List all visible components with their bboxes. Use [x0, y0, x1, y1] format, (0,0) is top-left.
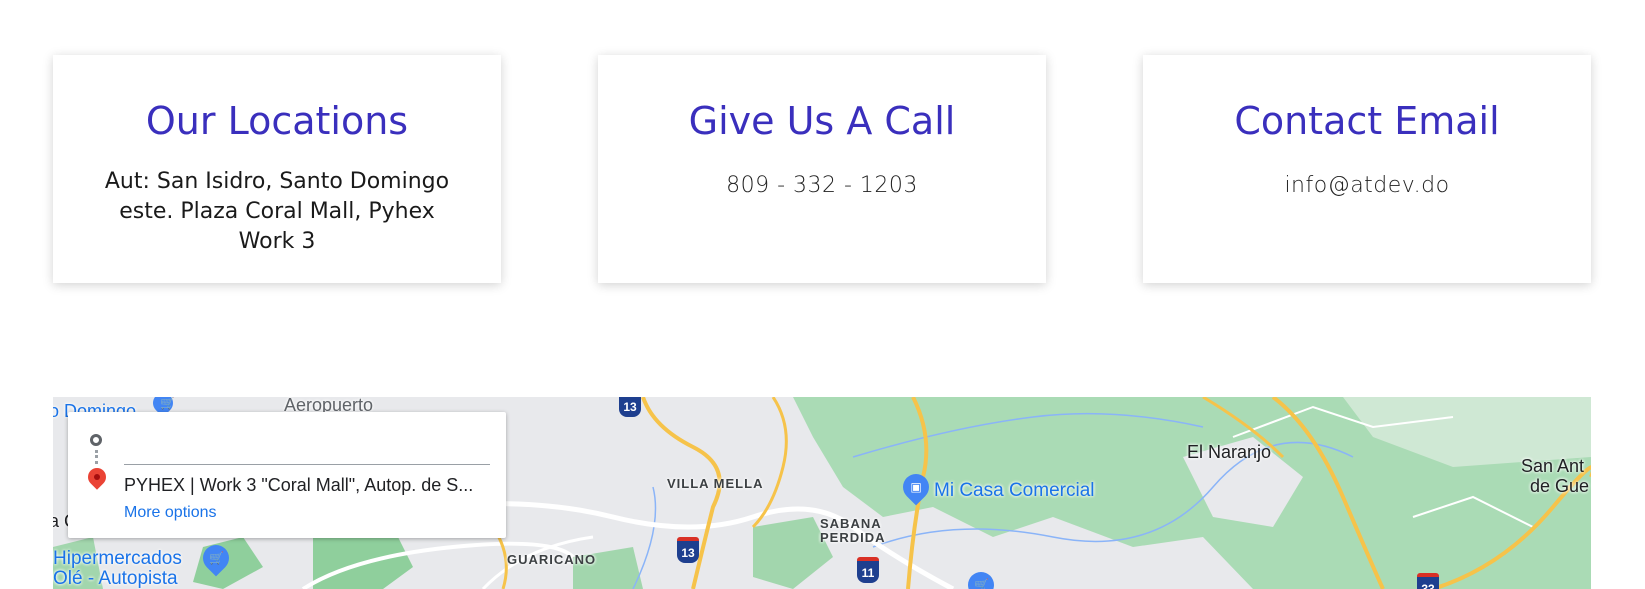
destination-pin-icon	[84, 464, 110, 490]
call-title: Give Us A Call	[688, 99, 956, 143]
route-dots-icon	[95, 450, 101, 464]
email-title: Contact Email	[1234, 99, 1500, 143]
map-label-perdida: PERDIDA	[820, 530, 886, 545]
map-label-hipermercados[interactable]: Hipermercados	[53, 548, 182, 570]
route-11-shield-icon: 11	[857, 557, 879, 583]
origin-circle-icon	[90, 434, 102, 446]
call-card: Give Us A Call 809 - 332 - 1203	[598, 55, 1046, 283]
map-label-guaricano: GUARICANO	[507, 552, 597, 567]
destination-name: PYHEX | Work 3 "Coral Mall", Autop. de S…	[124, 475, 474, 495]
email-address[interactable]: info@atdev.do	[1187, 171, 1547, 201]
locations-title: Our Locations	[145, 99, 409, 143]
directions-panel: PYHEX | Work 3 "Coral Mall", Autop. de S…	[68, 412, 506, 538]
origin-input-underline[interactable]	[124, 464, 490, 465]
phone-number[interactable]: 809 - 332 - 1203	[642, 171, 1002, 201]
route-13-shield-icon: 13	[619, 397, 641, 417]
map-label-el-naranjo: El Naranjo	[1187, 442, 1272, 462]
contact-cards: Our Locations Aut: San Isidro, Santo Dom…	[0, 0, 1645, 300]
locations-address: Aut: San Isidro, Santo Domingo este. Pla…	[104, 169, 450, 254]
map-label-san-ant: San Ant	[1521, 456, 1585, 476]
map-label-sabana: SABANA	[820, 516, 882, 531]
map-label-de-gue: de Gue	[1530, 476, 1590, 496]
locations-card: Our Locations Aut: San Isidro, Santo Dom…	[53, 55, 501, 283]
route-33-shield-icon: 33	[1417, 573, 1439, 589]
more-options-link[interactable]: More options	[124, 504, 217, 522]
map-label-villa-mella: VILLA MELLA	[667, 476, 764, 491]
email-card: Contact Email info@atdev.do	[1143, 55, 1591, 283]
route-13-shield-icon: 13	[677, 537, 699, 563]
map-label-mi-casa[interactable]: Mi Casa Comercial	[934, 480, 1094, 502]
map-label-ole-autopista[interactable]: Olé - Autopista	[53, 568, 178, 589]
